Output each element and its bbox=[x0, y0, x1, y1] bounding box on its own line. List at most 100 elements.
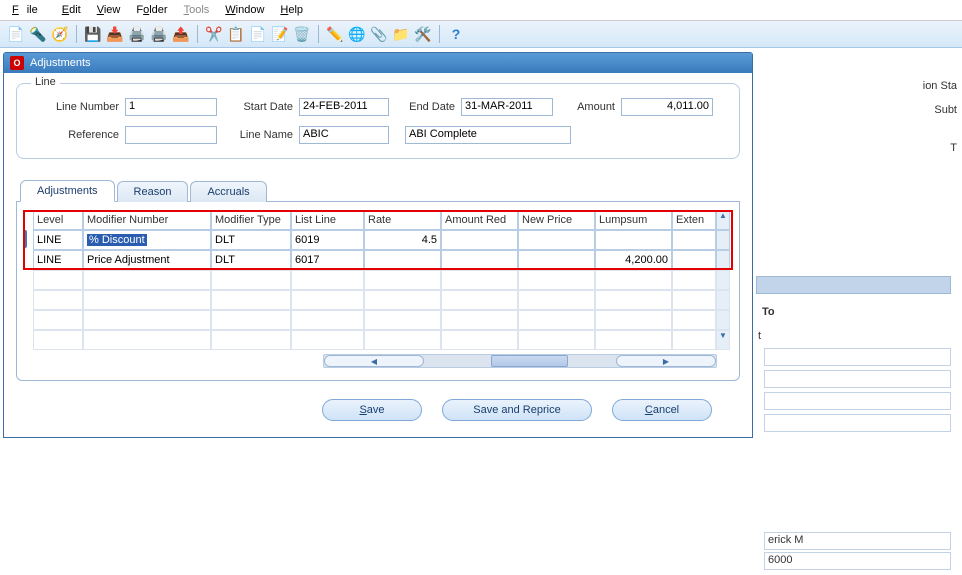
menu-window[interactable]: Window bbox=[217, 2, 272, 18]
selected-text: % Discount bbox=[87, 234, 147, 246]
row-selector[interactable] bbox=[23, 250, 33, 270]
col-level[interactable]: Level bbox=[33, 210, 83, 230]
line-number-label: Line Number bbox=[29, 101, 119, 113]
col-amount-red[interactable]: Amount Red bbox=[441, 210, 518, 230]
adjustments-window: O Adjustments Line Line Number 1 Start D… bbox=[3, 52, 753, 438]
menu-edit[interactable]: Edit bbox=[54, 2, 89, 18]
line-name-field[interactable]: ABIC bbox=[299, 126, 389, 144]
window-title: Adjustments bbox=[30, 57, 91, 69]
bg-field-erick[interactable]: erick M bbox=[764, 532, 951, 550]
menu-help[interactable]: Help bbox=[272, 2, 311, 18]
bg-t-label: t bbox=[756, 324, 961, 348]
translate-icon[interactable]: 🌐 bbox=[347, 24, 367, 44]
cell-amount-red[interactable] bbox=[441, 230, 518, 250]
grid-highlight-box: Level Modifier Number Modifier Type List… bbox=[23, 210, 733, 270]
cell-level[interactable]: LINE bbox=[33, 250, 83, 270]
copy-icon[interactable]: 📋 bbox=[226, 24, 246, 44]
tab-reason[interactable]: Reason bbox=[117, 181, 189, 202]
row-selector[interactable] bbox=[23, 230, 33, 250]
menu-file[interactable]: File bbox=[4, 2, 54, 18]
line-legend: Line bbox=[31, 76, 60, 88]
scroll-track[interactable] bbox=[716, 230, 730, 250]
scroll-right-icon[interactable]: ▶ bbox=[616, 355, 716, 367]
line-desc-field[interactable]: ABI Complete bbox=[405, 126, 571, 144]
end-date-label: End Date bbox=[395, 101, 455, 113]
bg-tab-header bbox=[756, 276, 951, 294]
folder-icon[interactable]: 📁 bbox=[391, 24, 411, 44]
cell-exten[interactable] bbox=[672, 230, 716, 250]
bg-field-1[interactable] bbox=[764, 348, 951, 366]
attachments-icon[interactable]: 📎 bbox=[369, 24, 389, 44]
toolbar-divider bbox=[439, 25, 440, 43]
cut-icon[interactable]: ✂️ bbox=[204, 24, 224, 44]
tools-icon[interactable]: 🛠️ bbox=[413, 24, 433, 44]
end-date-field[interactable]: 31-MAR-2011 bbox=[461, 98, 553, 116]
start-date-field[interactable]: 24-FEB-2011 bbox=[299, 98, 389, 116]
tab-accruals[interactable]: Accruals bbox=[190, 181, 266, 202]
line-name-label: Line Name bbox=[223, 129, 293, 141]
cell-list-line[interactable]: 6019 bbox=[291, 230, 364, 250]
cell-rate[interactable]: 4.5 bbox=[364, 230, 441, 250]
find-icon[interactable]: 🔦 bbox=[28, 24, 48, 44]
clear-icon[interactable]: 📝 bbox=[270, 24, 290, 44]
bg-label-3: T bbox=[950, 142, 957, 154]
col-new-price[interactable]: New Price bbox=[518, 210, 595, 230]
edit-icon[interactable]: ✏️ bbox=[325, 24, 345, 44]
scroll-track[interactable] bbox=[424, 355, 616, 367]
scroll-down-icon[interactable]: ▼ bbox=[716, 330, 730, 350]
cell-level[interactable]: LINE bbox=[33, 230, 83, 250]
save-button[interactable]: Save bbox=[322, 399, 422, 421]
menu-folder[interactable]: Folder bbox=[128, 2, 175, 18]
bg-field-2[interactable] bbox=[764, 370, 951, 388]
scroll-track[interactable] bbox=[716, 250, 730, 270]
cell-rate[interactable] bbox=[364, 250, 441, 270]
print-icon[interactable]: 🖨️ bbox=[127, 24, 147, 44]
bg-field-num[interactable]: 6000 bbox=[764, 552, 951, 570]
save-reprice-button[interactable]: Save and Reprice bbox=[442, 399, 592, 421]
col-modifier-number[interactable]: Modifier Number bbox=[83, 210, 211, 230]
horizontal-scrollbar[interactable]: ◀ ▶ bbox=[323, 354, 717, 368]
save-icon[interactable]: 💾 bbox=[83, 24, 103, 44]
cell-modifier-type[interactable]: DLT bbox=[211, 250, 291, 270]
scroll-thumb[interactable] bbox=[491, 355, 568, 367]
bg-field-4[interactable] bbox=[764, 414, 951, 432]
nav-icon[interactable]: 🧭 bbox=[50, 24, 70, 44]
oracle-icon: O bbox=[10, 56, 24, 70]
next-icon[interactable]: 📥 bbox=[105, 24, 125, 44]
menu-tools[interactable]: Tools bbox=[176, 2, 218, 18]
tab-adjustments[interactable]: Adjustments bbox=[20, 180, 115, 202]
line-number-field[interactable]: 1 bbox=[125, 98, 217, 116]
amount-field[interactable]: 4,011.00 bbox=[621, 98, 713, 116]
cell-lumpsum[interactable] bbox=[595, 230, 672, 250]
cell-exten[interactable] bbox=[672, 250, 716, 270]
printsetup-icon[interactable]: 🖨️ bbox=[149, 24, 169, 44]
help-icon[interactable]: ? bbox=[446, 24, 466, 44]
cell-modifier-number[interactable]: % Discount bbox=[83, 230, 211, 250]
cell-amount-red[interactable] bbox=[441, 250, 518, 270]
bg-to-label: To bbox=[760, 306, 957, 318]
cell-new-price[interactable] bbox=[518, 230, 595, 250]
col-rate[interactable]: Rate bbox=[364, 210, 441, 230]
col-list-line[interactable]: List Line bbox=[291, 210, 364, 230]
new-icon[interactable]: 📄 bbox=[6, 24, 26, 44]
col-lumpsum[interactable]: Lumpsum bbox=[595, 210, 672, 230]
export-icon[interactable]: 📤 bbox=[171, 24, 191, 44]
paste-icon[interactable]: 📄 bbox=[248, 24, 268, 44]
menu-view[interactable]: View bbox=[89, 2, 129, 18]
cell-modifier-number[interactable]: Price Adjustment bbox=[83, 250, 211, 270]
bg-field-3[interactable] bbox=[764, 392, 951, 410]
cell-modifier-type[interactable]: DLT bbox=[211, 230, 291, 250]
reference-label: Reference bbox=[29, 129, 119, 141]
col-exten[interactable]: Exten bbox=[672, 210, 716, 230]
scroll-left-icon[interactable]: ◀ bbox=[324, 355, 424, 367]
menubar: File Edit View Folder Tools Window Help bbox=[0, 0, 962, 21]
titlebar[interactable]: O Adjustments bbox=[4, 53, 752, 73]
reference-field[interactable] bbox=[125, 126, 217, 144]
col-modifier-type[interactable]: Modifier Type bbox=[211, 210, 291, 230]
cell-lumpsum[interactable]: 4,200.00 bbox=[595, 250, 672, 270]
cancel-button[interactable]: Cancel bbox=[612, 399, 712, 421]
cell-list-line[interactable]: 6017 bbox=[291, 250, 364, 270]
scroll-up-icon[interactable]: ▲ bbox=[716, 210, 730, 230]
delete-icon[interactable]: 🗑️ bbox=[292, 24, 312, 44]
cell-new-price[interactable] bbox=[518, 250, 595, 270]
